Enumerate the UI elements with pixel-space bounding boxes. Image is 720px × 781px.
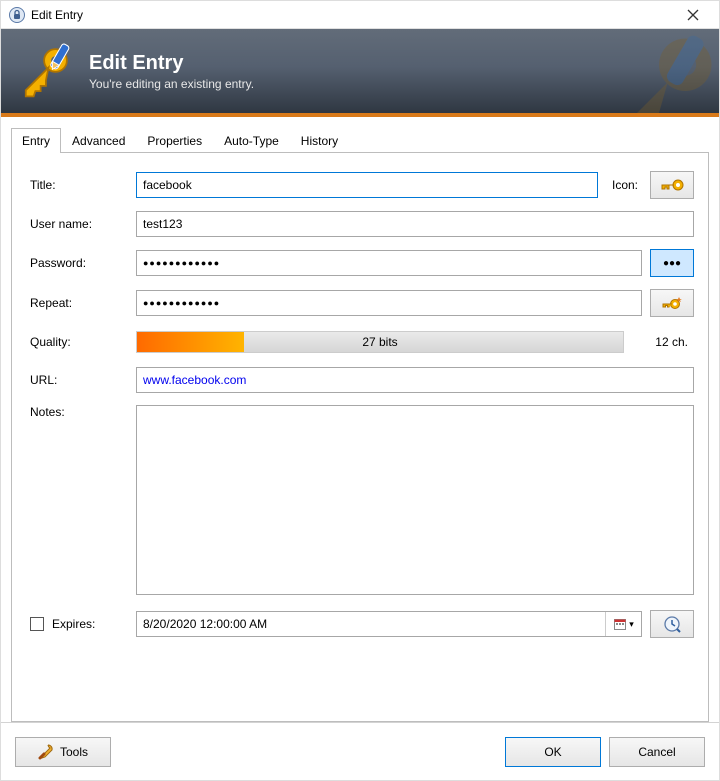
key-icon [660,177,684,193]
titlebar: Edit Entry [1,1,719,29]
tools-button[interactable]: Tools [15,737,111,767]
toggle-password-visibility-button[interactable]: ●●● [650,249,694,277]
ok-button-label: OK [544,745,561,759]
close-button[interactable] [673,3,713,27]
notes-textarea[interactable] [136,405,694,595]
expires-date-field[interactable]: 8/20/2020 12:00:00 AM ▾ [136,611,642,637]
tab-history[interactable]: History [290,128,349,153]
icon-picker-button[interactable] [650,171,694,199]
title-label: Title: [26,178,136,192]
title-input[interactable] [136,172,598,198]
tools-button-label: Tools [60,745,88,759]
password-label: Password: [26,256,136,270]
url-input[interactable]: www.facebook.com [136,367,694,393]
app-lock-icon [9,7,25,23]
repeat-label: Repeat: [26,296,136,310]
dialog-button-bar: Tools OK Cancel [1,722,719,780]
url-link[interactable]: www.facebook.com [143,373,246,387]
wrench-icon [38,744,54,760]
tab-strip: Entry Advanced Properties Auto-Type Hist… [1,117,719,152]
chevron-down-icon: ▾ [629,619,634,630]
banner-text: Edit Entry You're editing an existing en… [89,52,254,91]
url-label: URL: [26,373,136,387]
quality-fill [137,332,244,352]
ok-button[interactable]: OK [505,737,601,767]
window-title: Edit Entry [31,8,673,22]
cancel-button[interactable]: Cancel [609,737,705,767]
expires-date-value: 8/20/2020 12:00:00 AM [143,617,267,631]
notes-label: Notes: [26,405,136,419]
repeat-password-input[interactable] [136,290,642,316]
icon-label: Icon: [612,178,638,192]
expires-checkbox[interactable] [30,617,44,631]
entry-tab-panel: Title: Icon: User name: Password: ●●● Re… [11,152,709,722]
banner-subtitle: You're editing an existing entry. [89,77,254,91]
username-label: User name: [26,217,136,231]
expires-presets-button[interactable] [650,610,694,638]
clock-icon [663,615,681,633]
quality-label: Quality: [26,335,136,349]
tab-advanced[interactable]: Advanced [61,128,136,153]
tab-entry[interactable]: Entry [11,128,61,153]
username-input[interactable] [136,211,694,237]
quality-bits-text: 27 bits [362,335,397,349]
quality-meter: 27 bits [136,331,624,353]
password-input[interactable] [136,250,642,276]
banner-bg-key-icon [589,29,719,117]
quality-chars-text: 12 ch. [624,335,694,349]
close-icon [687,9,699,21]
banner-title: Edit Entry [89,52,254,75]
generate-password-button[interactable] [650,289,694,317]
expires-label: Expires: [52,617,95,631]
banner-key-icon [17,43,73,99]
calendar-icon [613,617,627,631]
key-sparkle-icon [661,295,683,311]
tab-properties[interactable]: Properties [136,128,213,153]
date-dropdown-button[interactable]: ▾ [605,612,641,636]
dots-icon: ●●● [663,258,681,269]
cancel-button-label: Cancel [638,745,675,759]
tab-autotype[interactable]: Auto-Type [213,128,290,153]
banner: Edit Entry You're editing an existing en… [1,29,719,117]
